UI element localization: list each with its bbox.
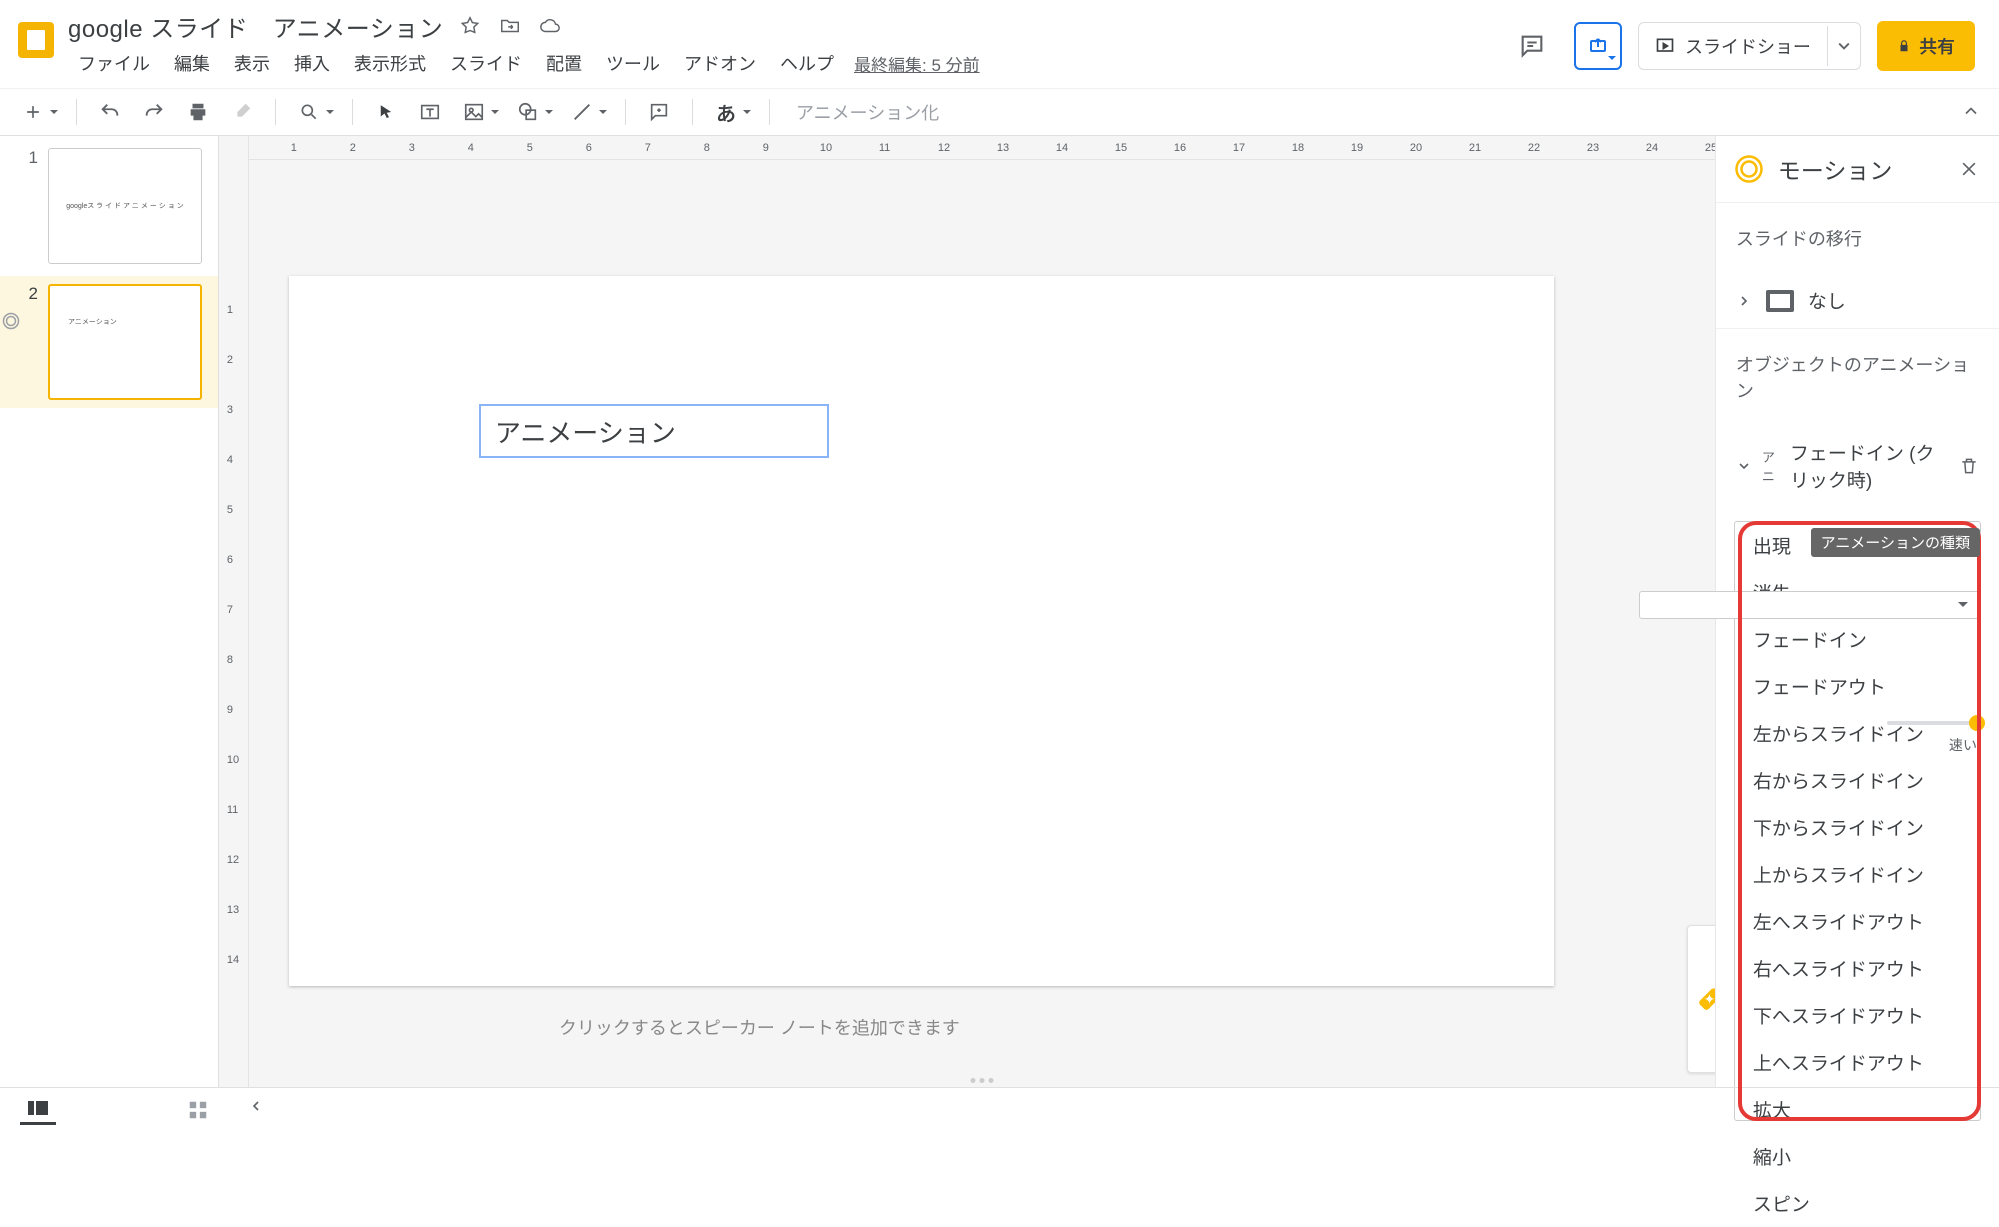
dropdown-option[interactable]: スピン <box>1735 1180 1980 1227</box>
object-anim-value: フェードイン (クリック時) <box>1790 439 1949 493</box>
move-to-folder-icon[interactable] <box>499 15 521 37</box>
menu-addons[interactable]: アドオン <box>674 46 766 80</box>
redo-button[interactable] <box>137 95 171 129</box>
chevron-down-icon <box>1736 458 1752 474</box>
slideshow-dropdown[interactable] <box>1827 26 1860 66</box>
star-icon[interactable] <box>459 15 481 37</box>
thumbnail-preview: googleス ラ イ ド ア ニ メ ー シ ョ ン <box>48 148 202 264</box>
slideshow-button[interactable]: スライドショー <box>1639 23 1827 69</box>
dropdown-option[interactable]: 右へスライドアウト <box>1735 945 1980 992</box>
section-object-label: オブジェクトのアニメーション <box>1716 328 1999 425</box>
menu-tools[interactable]: ツール <box>596 46 670 80</box>
textbox-tool[interactable] <box>413 95 447 129</box>
shape-tool[interactable] <box>511 95 545 129</box>
undo-button[interactable] <box>93 95 127 129</box>
menu-file[interactable]: ファイル <box>68 46 160 80</box>
motion-panel-title: モーション <box>1778 152 1945 186</box>
cloud-saved-icon <box>539 15 561 37</box>
horizontal-ruler: 1234567891011121314151617181920212223242… <box>249 136 1715 160</box>
textbox-content: アニメーション <box>495 413 676 450</box>
transition-row[interactable]: なし <box>1716 273 1999 328</box>
print-button[interactable] <box>181 95 215 129</box>
dropdown-option[interactable]: フェードイン <box>1735 616 1980 663</box>
speed-label: 速い <box>1949 735 1977 755</box>
line-tool[interactable] <box>565 95 599 129</box>
lock-icon <box>1897 39 1911 53</box>
trigger-select[interactable] <box>1639 591 1979 619</box>
toolbar-context-label[interactable]: アニメーション化 <box>796 99 939 125</box>
share-button[interactable]: 共有 <box>1877 21 1975 71</box>
canvas-area: 1 2 3 4 5 6 7 8 9 10 11 12 13 14 1234567… <box>219 136 1715 1087</box>
dropdown-option[interactable]: 下からスライドイン <box>1735 804 1980 851</box>
motion-panel: モーション スライドの移行 なし オブジェクトのアニメーション アニ フェードイ… <box>1715 136 1999 1087</box>
notes-resize-handle[interactable] <box>970 1078 993 1083</box>
menu-arrange[interactable]: 配置 <box>536 46 592 80</box>
thumbnail-2[interactable]: 2 アニメーション <box>0 276 218 408</box>
object-animation-row[interactable]: アニ フェードイン (クリック時) <box>1716 425 1999 507</box>
doc-title[interactable]: google スライド アニメーション <box>68 9 443 44</box>
filmstrip-view-button[interactable] <box>20 1095 56 1125</box>
thumbnail-panel: 1 googleス ラ イ ド ア ニ メ ー シ ョ ン 2 アニメーション <box>0 136 219 1087</box>
comment-tool[interactable] <box>642 95 676 129</box>
collapse-thumbnails-icon[interactable] <box>248 1098 264 1114</box>
chevron-right-icon <box>1736 293 1752 309</box>
delete-animation-icon[interactable] <box>1959 456 1979 476</box>
tooltip: アニメーションの種類 <box>1811 528 1980 557</box>
last-edit-text[interactable]: 最終編集: 5 分前 <box>854 51 980 76</box>
menu-help[interactable]: ヘルプ <box>770 46 844 80</box>
dropdown-option[interactable]: 上へスライドアウト <box>1735 1039 1980 1086</box>
image-tool[interactable] <box>457 95 491 129</box>
dropdown-option[interactable]: 左へスライドアウト <box>1735 898 1980 945</box>
thumbnail-preview: アニメーション <box>48 284 202 400</box>
slide-icon <box>1766 290 1794 312</box>
new-slide-button[interactable] <box>16 95 50 129</box>
toolbar-collapse-icon[interactable] <box>1961 101 1981 121</box>
speed-slider[interactable] <box>1887 721 1977 725</box>
vertical-ruler: 1 2 3 4 5 6 7 8 9 10 11 12 13 14 <box>219 136 249 1087</box>
thumbnail-number: 1 <box>20 148 38 168</box>
slideshow-label: スライドショー <box>1685 33 1811 59</box>
select-tool[interactable] <box>369 95 403 129</box>
close-panel-icon[interactable] <box>1959 159 1981 179</box>
menu-insert[interactable]: 挿入 <box>284 46 340 80</box>
share-label: 共有 <box>1919 33 1955 59</box>
slides-logo[interactable] <box>14 10 58 70</box>
footer-bar <box>0 1087 1999 1131</box>
comments-icon[interactable] <box>1506 20 1558 72</box>
dropdown-option[interactable]: 縮小 <box>1735 1133 1980 1180</box>
transition-value: なし <box>1808 287 1846 314</box>
slide-canvas[interactable]: アニメーション <box>289 276 1554 986</box>
section-transition-label: スライドの移行 <box>1716 203 1999 273</box>
animation-indicator-icon <box>2 312 20 330</box>
zoom-button[interactable] <box>292 95 326 129</box>
menu-edit[interactable]: 編集 <box>164 46 220 80</box>
speaker-notes-hint[interactable]: クリックするとスピーカー ノートを追加できます <box>559 1014 960 1040</box>
present-to-meet-button[interactable] <box>1574 22 1622 70</box>
dropdown-option[interactable]: フェードアウト <box>1735 663 1980 710</box>
menu-view[interactable]: 表示 <box>224 46 280 80</box>
thumbnail-1[interactable]: 1 googleス ラ イ ド ア ニ メ ー シ ョ ン <box>20 148 202 264</box>
tiny-label: アニ <box>1762 447 1780 485</box>
dropdown-option[interactable]: 下へスライドアウト <box>1735 992 1980 1039</box>
grid-view-button[interactable] <box>180 1095 216 1125</box>
thumbnail-number: 2 <box>20 284 38 304</box>
menu-format[interactable]: 表示形式 <box>344 46 436 80</box>
motion-icon <box>1734 154 1764 184</box>
paint-format-button[interactable] <box>225 95 259 129</box>
input-method-button[interactable]: あ <box>709 95 743 129</box>
dropdown-option[interactable]: 右からスライドイン <box>1735 757 1980 804</box>
menu-slide[interactable]: スライド <box>440 46 532 80</box>
selected-textbox[interactable]: アニメーション <box>479 404 829 458</box>
dropdown-option[interactable]: 上からスライドイン <box>1735 851 1980 898</box>
toolbar: あ アニメーション化 <box>0 88 1999 136</box>
